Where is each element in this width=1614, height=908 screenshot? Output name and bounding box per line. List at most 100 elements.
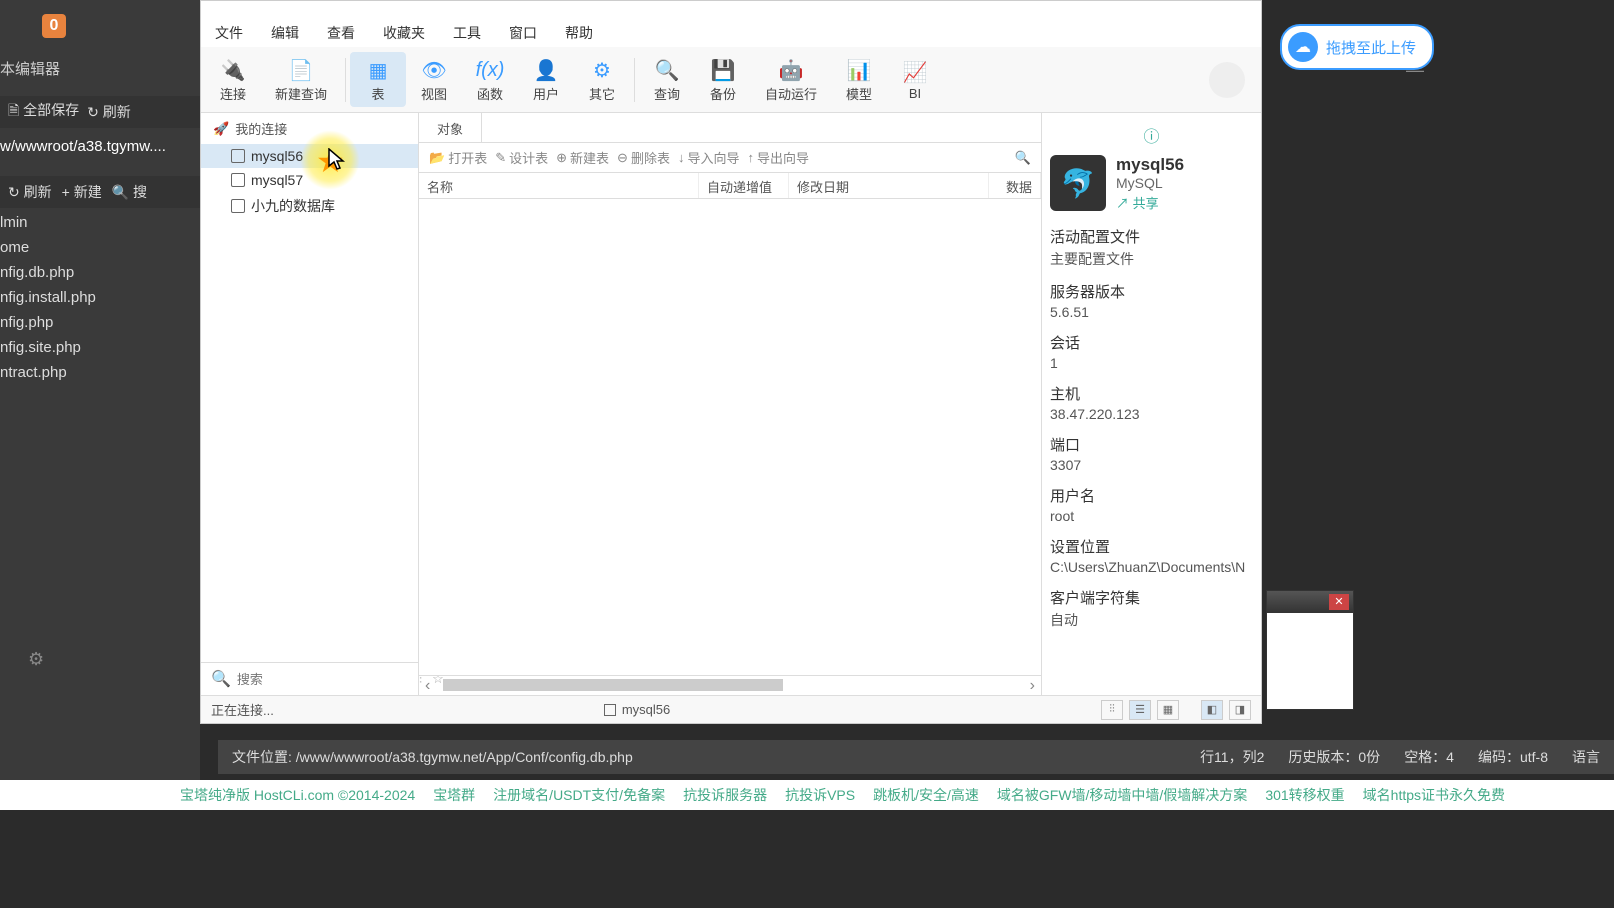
refresh-button-2[interactable]: ↻ 刷新 <box>8 182 52 202</box>
info-label: 设置位置 <box>1050 536 1253 557</box>
lang[interactable]: 语言 <box>1572 747 1600 767</box>
footer-link[interactable]: 域名被GFW墙/移动墙中墙/假墙解决方案 <box>997 785 1247 805</box>
menu-edit[interactable]: 编辑 <box>271 23 299 43</box>
action-design-table[interactable]: ✎ 设计表 <box>495 148 548 167</box>
toolbar-connection[interactable]: 🔌连接 <box>205 52 261 107</box>
sidebar-header: 🚀 我的连接 <box>201 113 418 144</box>
file-item[interactable]: nfig.db.php <box>0 264 96 281</box>
view-grid-small-icon[interactable]: ⫶⫶ <box>1101 700 1123 720</box>
toolbar: 🔌连接 📄新建查询 ▦表 👁视图 f(x)函数 👤用户 ⚙其它 🔍查询 💾备份 … <box>201 47 1261 113</box>
upload-badge[interactable]: ☁ 拖拽至此上传 <box>1280 24 1434 70</box>
db-icon <box>604 704 616 716</box>
info-icon[interactable]: ⓘ <box>1050 123 1253 147</box>
col-name[interactable]: 名称 <box>419 173 699 198</box>
encoding[interactable]: 编码：utf-8 <box>1478 747 1548 767</box>
search-input[interactable] <box>237 672 413 687</box>
menu-file[interactable]: 文件 <box>215 23 243 43</box>
footer-link[interactable]: 抗投诉VPS <box>785 785 855 805</box>
action-delete-table[interactable]: ⊖ 删除表 <box>617 148 670 167</box>
cloud-icon: ☁ <box>1288 32 1318 62</box>
save-all-button[interactable]: 🗎 全部保存 <box>8 100 79 124</box>
toolbar-function[interactable]: f(x)函数 <box>462 52 518 107</box>
file-item[interactable]: nfig.site.php <box>0 339 96 356</box>
menu-help[interactable]: 帮助 <box>565 23 593 43</box>
file-item[interactable]: ome <box>0 239 96 256</box>
footer-link[interactable]: 宝塔群 <box>433 785 475 805</box>
footer-link[interactable]: 注册域名/USDT支付/免备案 <box>493 785 665 805</box>
toolbar-view[interactable]: 👁视图 <box>406 52 462 107</box>
menu-window[interactable]: 窗口 <box>509 23 537 43</box>
toolbar-model[interactable]: 📊模型 <box>831 52 887 107</box>
info-label: 用户名 <box>1050 485 1253 506</box>
connection-mysql57[interactable]: mysql57 <box>201 168 418 192</box>
col-modify[interactable]: 修改日期 <box>789 173 989 198</box>
share-link[interactable]: ↗ 共享 <box>1116 193 1184 212</box>
toolbar-backup[interactable]: 💾备份 <box>695 52 751 107</box>
action-open-table[interactable]: 📂 打开表 <box>429 148 487 167</box>
sidebar-search: 🔍 ⫶ ☆ ⌄ <box>201 662 418 695</box>
editor-toolbar-1: 🗎 全部保存 ↻ 刷新 <box>0 96 200 128</box>
search-button[interactable]: 🔍 搜 <box>112 182 147 202</box>
editor-toolbar-2: ↻ 刷新 + 新建 🔍 搜 <box>0 176 200 208</box>
connection-sidebar: 🚀 我的连接 mysql56 mysql57 小九的数据库 🔍 <box>201 113 419 695</box>
action-import[interactable]: ↓ 导入向导 <box>678 148 740 167</box>
scroll-left-icon[interactable]: ‹ <box>419 677 436 695</box>
spaces[interactable]: 空格：4 <box>1404 747 1454 767</box>
connection-mysql56[interactable]: mysql56 <box>201 144 418 168</box>
menu-favorites[interactable]: 收藏夹 <box>383 23 425 43</box>
col-auto[interactable]: 自动递增值 <box>699 173 789 198</box>
history[interactable]: 历史版本：0份 <box>1288 747 1380 767</box>
new-button[interactable]: + 新建 <box>62 182 102 202</box>
menu-view[interactable]: 查看 <box>327 23 355 43</box>
file-item[interactable]: lmin <box>0 214 96 231</box>
file-location: 文件位置: /www/wwwroot/a38.tgymw.net/App/Con… <box>232 747 633 767</box>
file-list: lmin ome nfig.db.php nfig.install.php nf… <box>0 214 96 381</box>
toolbar-query[interactable]: 🔍查询 <box>639 52 695 107</box>
popup-window: ✕ <box>1266 590 1354 710</box>
toolbar-table[interactable]: ▦表 <box>350 52 406 107</box>
user-avatar[interactable] <box>1209 62 1245 98</box>
editor-path: w/wwwroot/a38.tgymw.... <box>0 138 166 155</box>
info-value: 3307 <box>1050 457 1253 473</box>
info-title: mysql56 <box>1116 155 1184 175</box>
menu-tools[interactable]: 工具 <box>453 23 481 43</box>
action-new-table[interactable]: ⊕ 新建表 <box>556 148 609 167</box>
col-data[interactable]: 数据 <box>989 173 1041 198</box>
footer-link[interactable]: 301转移权重 <box>1265 785 1344 805</box>
view-list-icon[interactable]: ☰ <box>1129 700 1151 720</box>
panel-right-icon[interactable]: ◨ <box>1229 700 1251 720</box>
file-item[interactable]: ntract.php <box>0 364 96 381</box>
toolbar-bi[interactable]: 📈BI <box>887 54 943 105</box>
scroll-right-icon[interactable]: › <box>1024 677 1041 695</box>
footer-link[interactable]: 抗投诉服务器 <box>683 785 767 805</box>
status-bar: 正在连接... mysql56 ⫶⫶ ☰ ▦ ◧ ◨ <box>201 695 1261 723</box>
connection-xiaojiu[interactable]: 小九的数据库 <box>201 192 418 220</box>
info-value: 1 <box>1050 355 1253 371</box>
action-export[interactable]: ↑ 导出向导 <box>747 148 809 167</box>
file-item[interactable]: nfig.install.php <box>0 289 96 306</box>
tab-objects[interactable]: 对象 <box>419 113 482 142</box>
panel-left-icon[interactable]: ◧ <box>1201 700 1223 720</box>
search-icon: 🔍 <box>211 669 231 689</box>
scroll-thumb[interactable] <box>443 679 783 691</box>
db-icon <box>231 149 245 163</box>
horizontal-scrollbar[interactable]: ‹ › <box>419 675 1041 695</box>
footer-link[interactable]: 域名https证书永久免费 <box>1363 785 1505 805</box>
settings-icon[interactable]: ⚙ <box>28 649 44 670</box>
toolbar-new-query[interactable]: 📄新建查询 <box>261 52 341 107</box>
info-label: 服务器版本 <box>1050 281 1253 302</box>
table-content <box>419 199 1041 675</box>
toolbar-auto-run[interactable]: 🤖自动运行 <box>751 52 831 107</box>
tab-bar: 对象 <box>419 113 1041 143</box>
toolbar-user[interactable]: 👤用户 <box>518 52 574 107</box>
info-value: 5.6.51 <box>1050 304 1253 320</box>
action-bar: 📂 打开表 ✎ 设计表 ⊕ 新建表 ⊖ 删除表 ↓ 导入向导 ↑ 导出向导 🔍 <box>419 143 1041 173</box>
view-grid-icon[interactable]: ▦ <box>1157 700 1179 720</box>
rocket-icon: 🚀 <box>213 121 229 137</box>
search-icon[interactable]: 🔍 <box>1015 150 1031 166</box>
refresh-button[interactable]: ↻ 刷新 <box>87 102 131 122</box>
close-icon[interactable]: ✕ <box>1329 594 1349 610</box>
footer-link[interactable]: 跳板机/安全/高速 <box>873 785 979 805</box>
toolbar-other[interactable]: ⚙其它 <box>574 52 630 107</box>
file-item[interactable]: nfig.php <box>0 314 96 331</box>
